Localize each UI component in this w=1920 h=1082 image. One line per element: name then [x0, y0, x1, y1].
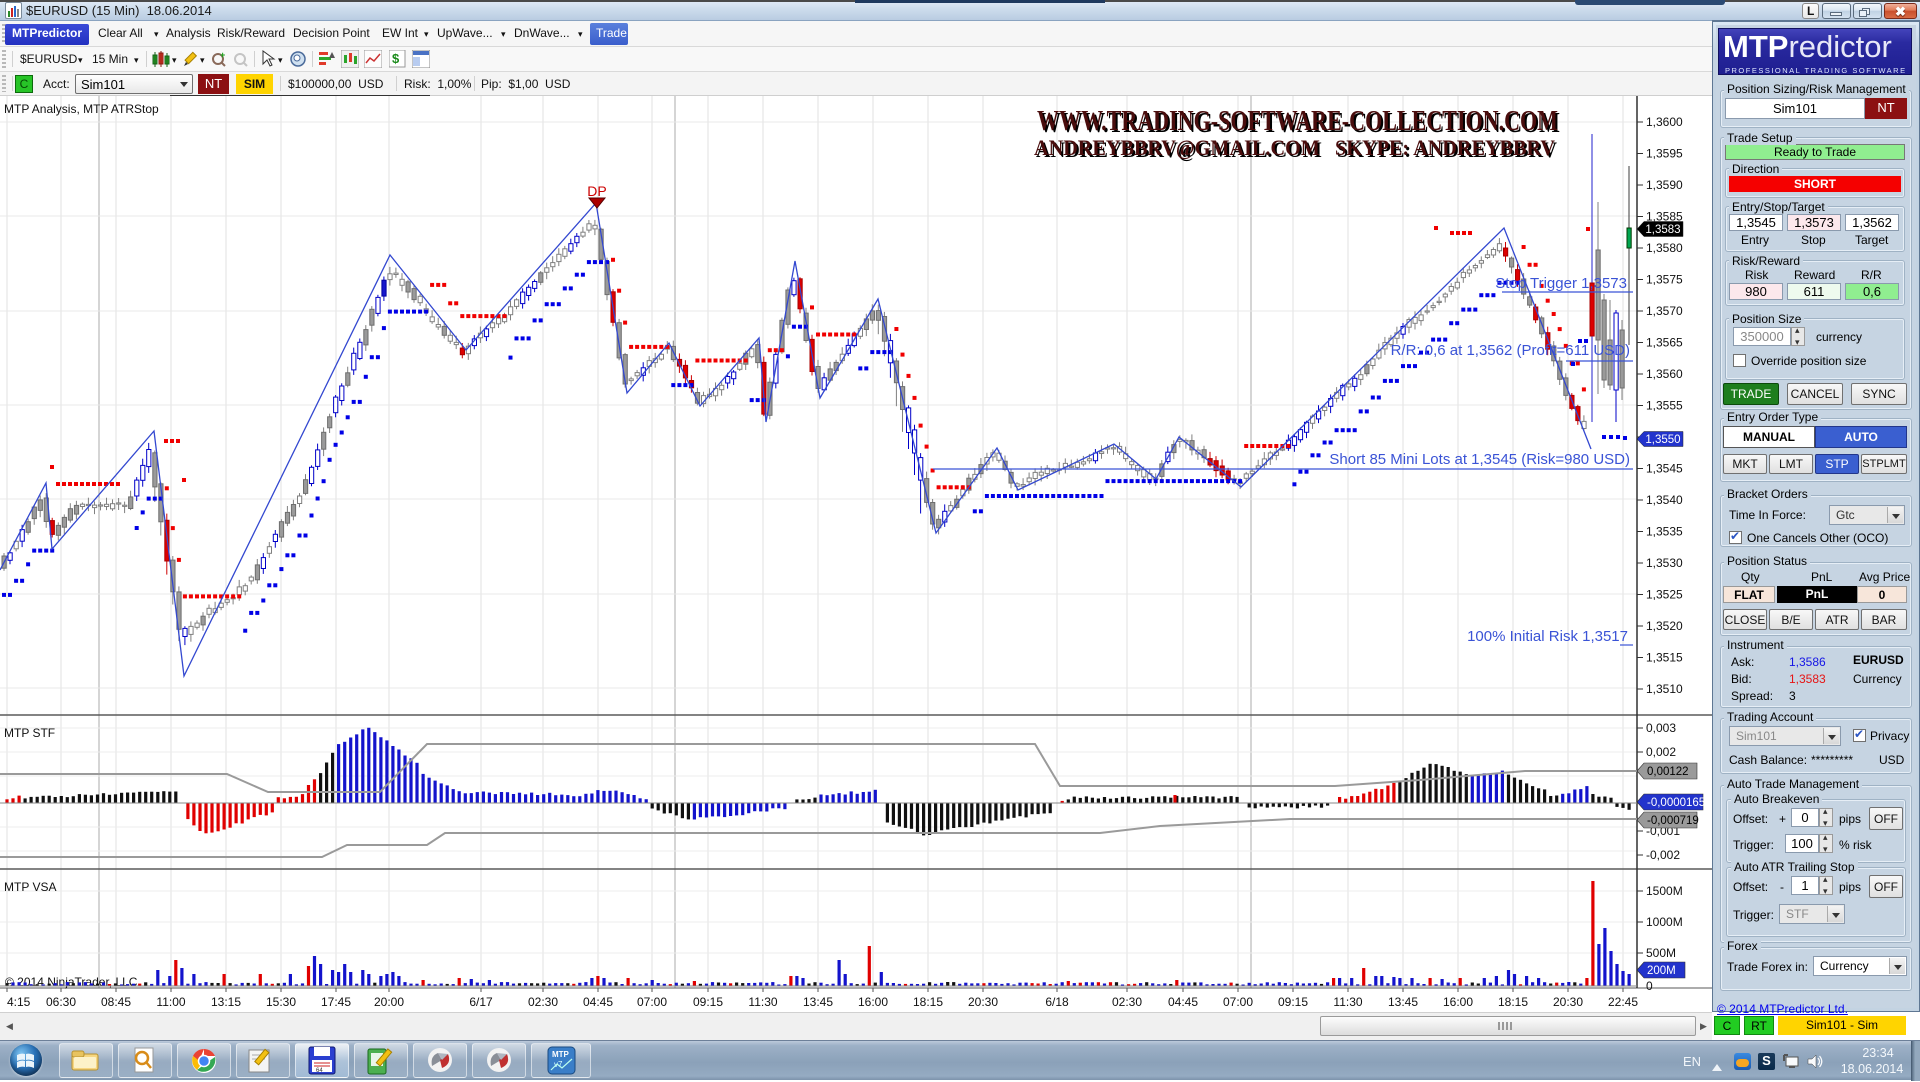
svg-text:06:30: 06:30 — [46, 995, 76, 1009]
svg-text:-0,002: -0,002 — [1646, 848, 1680, 862]
svg-text:04:45: 04:45 — [583, 995, 613, 1009]
svg-text:20:00: 20:00 — [374, 995, 404, 1009]
svg-text:200M: 200M — [1647, 965, 1676, 977]
svg-text:1,3555: 1,3555 — [1646, 399, 1683, 413]
svg-text:$: $ — [392, 51, 400, 66]
svg-text:MTP: MTP — [552, 1050, 570, 1059]
svg-text:17:45: 17:45 — [321, 995, 351, 1009]
svg-text:MTP STF: MTP STF — [4, 726, 55, 740]
svg-text:+: + — [220, 50, 225, 60]
svg-text:09:15: 09:15 — [1278, 995, 1308, 1009]
svg-text:MTP VSA: MTP VSA — [4, 880, 56, 894]
svg-text:1000M: 1000M — [1646, 915, 1683, 929]
svg-text:11:00: 11:00 — [156, 995, 185, 1009]
svg-text:20:30: 20:30 — [1553, 995, 1583, 1009]
svg-text:1,3595: 1,3595 — [1646, 147, 1683, 161]
svg-text:1,3580: 1,3580 — [1646, 241, 1683, 255]
svg-text:-0,000719: -0,000719 — [1647, 815, 1699, 827]
svg-text:1,3570: 1,3570 — [1646, 304, 1683, 318]
svg-text:13:45: 13:45 — [803, 995, 833, 1009]
svg-text:11:30: 11:30 — [1333, 995, 1362, 1009]
svg-text:16:00: 16:00 — [1443, 995, 1473, 1009]
svg-text:11:30: 11:30 — [748, 995, 777, 1009]
svg-text:02:30: 02:30 — [528, 995, 558, 1009]
svg-text:© 2014 NinjaTrader, LLC: © 2014 NinjaTrader, LLC — [5, 975, 138, 989]
svg-text:1,3600: 1,3600 — [1646, 115, 1683, 129]
svg-text:1,3515: 1,3515 — [1646, 651, 1683, 665]
svg-text:1,3565: 1,3565 — [1646, 336, 1683, 350]
svg-text:1,3583: 1,3583 — [1645, 224, 1680, 236]
svg-text:18:15: 18:15 — [913, 995, 943, 1009]
svg-text:15:30: 15:30 — [266, 995, 296, 1009]
svg-text:1,3560: 1,3560 — [1646, 367, 1683, 381]
svg-text:13:45: 13:45 — [1388, 995, 1418, 1009]
svg-text:64: 64 — [316, 1068, 323, 1074]
svg-text:1,3510: 1,3510 — [1646, 682, 1683, 696]
svg-text:-0,0000165: -0,0000165 — [1647, 797, 1705, 809]
svg-text:MTP Analysis, MTP ATRStop: MTP Analysis, MTP ATRStop — [4, 102, 159, 116]
svg-text:02:30: 02:30 — [1112, 995, 1142, 1009]
svg-text:0,00122: 0,00122 — [1647, 766, 1689, 778]
svg-text:07:00: 07:00 — [637, 995, 667, 1009]
svg-text:1,3520: 1,3520 — [1646, 619, 1683, 633]
svg-text:Short 85 Mini Lots at 1,3545 (: Short 85 Mini Lots at 1,3545 (Risk=980 U… — [1329, 451, 1630, 468]
svg-text:20:30: 20:30 — [968, 995, 998, 1009]
svg-text:4:15: 4:15 — [7, 995, 31, 1009]
svg-text:13:15: 13:15 — [211, 995, 241, 1009]
svg-text:1,3540: 1,3540 — [1646, 493, 1683, 507]
svg-text:1,3550: 1,3550 — [1645, 434, 1680, 446]
svg-text:0,003: 0,003 — [1646, 721, 1676, 735]
svg-text:04:45: 04:45 — [1168, 995, 1198, 1009]
svg-text:1,3535: 1,3535 — [1646, 525, 1683, 539]
svg-text:09:15: 09:15 — [693, 995, 723, 1009]
svg-text:1,3530: 1,3530 — [1646, 556, 1683, 570]
svg-text:08:45: 08:45 — [101, 995, 131, 1009]
svg-text:6/18: 6/18 — [1045, 995, 1069, 1009]
svg-text:100% Initial Risk 1,3517: 100% Initial Risk 1,3517 — [1467, 628, 1628, 645]
svg-text:6/17: 6/17 — [469, 995, 493, 1009]
svg-text:R/R: 0,6 at 1,3562 (Profit=611: R/R: 0,6 at 1,3562 (Profit=611 USD) — [1391, 342, 1630, 359]
svg-text:0: 0 — [1646, 979, 1653, 993]
svg-text:0,002: 0,002 — [1646, 745, 1676, 759]
svg-text:16:00: 16:00 — [858, 995, 888, 1009]
svg-text:DP: DP — [587, 183, 606, 199]
svg-text:22:45: 22:45 — [1608, 995, 1638, 1009]
svg-text:1,3525: 1,3525 — [1646, 588, 1683, 602]
svg-text:WWW.TRADING-SOFTWARE-COLLECTIO: WWW.TRADING-SOFTWARE-COLLECTION.COM — [1037, 106, 1558, 137]
svg-text:1,3590: 1,3590 — [1646, 178, 1683, 192]
svg-text:1,3545: 1,3545 — [1646, 462, 1683, 476]
svg-text:1500M: 1500M — [1646, 884, 1683, 898]
svg-text:18:15: 18:15 — [1498, 995, 1528, 1009]
svg-text:ANDREYBBRV@GMAIL.COM SKYPE:: ANDREYBBRV@GMAIL.COM SKYPE: ANDREYBBRV — [1034, 135, 1555, 160]
svg-text:07:00: 07:00 — [1223, 995, 1253, 1009]
svg-text:1,3575: 1,3575 — [1646, 273, 1683, 287]
svg-text:500M: 500M — [1646, 946, 1676, 960]
svg-text:Stop Trigger 1,3573: Stop Trigger 1,3573 — [1495, 275, 1627, 292]
